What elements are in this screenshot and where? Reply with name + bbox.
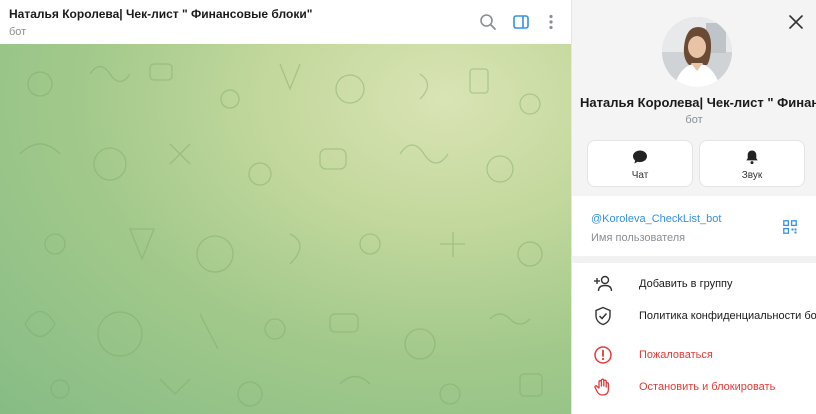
username-link[interactable]: @Koroleva_CheckList_bot	[591, 213, 721, 225]
chat-button[interactable]: Чат	[587, 140, 693, 187]
report-icon	[592, 344, 614, 366]
stop-and-block-item[interactable]: Остановить и блокировать	[572, 372, 816, 403]
add-user-icon	[592, 273, 614, 295]
profile-name: Наталья Королева| Чек-лист " Финансовые …	[580, 95, 816, 110]
chat-bubble-icon	[633, 150, 647, 164]
avatar[interactable]	[662, 17, 732, 87]
report-label: Пожаловаться	[639, 349, 713, 361]
add-to-group-label: Добавить в группу	[639, 278, 733, 290]
chat-subtitle: бот	[9, 26, 27, 38]
search-icon[interactable]	[478, 12, 498, 32]
profile-panel: Наталья Королева| Чек-лист " Финансовые …	[572, 0, 816, 414]
chat-button-label: Чат	[631, 170, 649, 181]
section-separator	[572, 256, 816, 263]
profile-subtitle: бот	[685, 114, 703, 126]
sidebar-toggle-icon[interactable]	[511, 12, 531, 32]
chat-header[interactable]: Наталья Королева| Чек-лист " Финансовые …	[0, 0, 571, 44]
chat-area: Наталья Королева| Чек-лист " Финансовые …	[0, 0, 571, 414]
wallpaper-doodles	[19, 63, 543, 407]
profile-header: Наталья Королева| Чек-лист " Финансовые …	[572, 0, 816, 196]
stop-and-block-label: Остановить и блокировать	[639, 381, 776, 393]
chat-title: Наталья Королева| Чек-лист " Финансовые …	[9, 7, 313, 21]
qr-code-icon[interactable]	[783, 220, 797, 239]
username-section: @Koroleva_CheckList_bot Имя пользователя	[572, 196, 816, 256]
more-vertical-icon[interactable]	[541, 12, 561, 32]
bell-icon	[746, 150, 758, 165]
sound-button[interactable]: Звук	[699, 140, 805, 187]
shield-check-icon	[592, 305, 614, 327]
add-to-group-item[interactable]: Добавить в группу	[572, 269, 816, 300]
chat-wallpaper	[0, 44, 571, 414]
close-icon[interactable]	[786, 12, 806, 32]
username-caption: Имя пользователя	[591, 232, 686, 244]
privacy-policy-item[interactable]: Политика конфиденциальности бота	[572, 301, 816, 332]
sound-button-label: Звук	[741, 170, 763, 181]
privacy-policy-label: Политика конфиденциальности бота	[639, 310, 816, 322]
stop-hand-icon	[592, 376, 614, 398]
report-item[interactable]: Пожаловаться	[572, 340, 816, 371]
